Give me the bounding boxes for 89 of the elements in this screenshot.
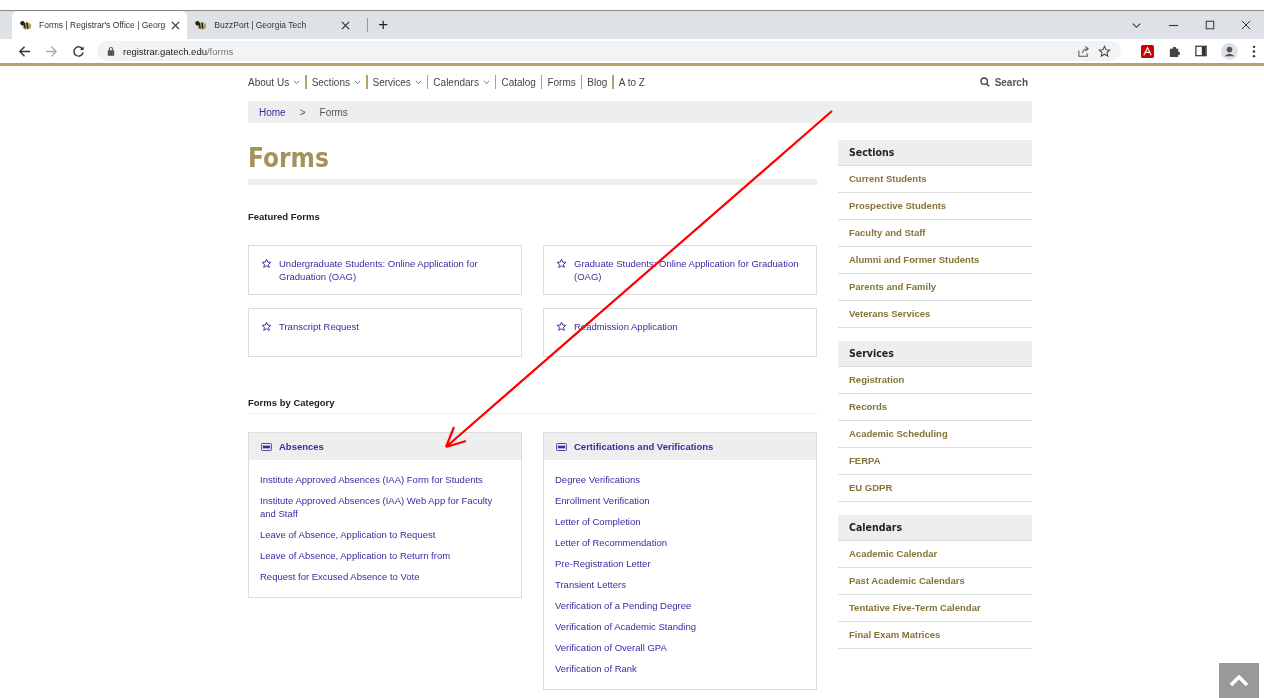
- form-link[interactable]: Enrollment Verification: [555, 494, 805, 507]
- nav-link[interactable]: Services: [372, 76, 422, 88]
- chevron-down-icon: [293, 79, 301, 85]
- search-icon: [979, 77, 990, 87]
- featured-form-card[interactable]: Undergraduate Students: Online Application for Graduation (OAG): [248, 245, 522, 295]
- nav-link[interactable]: A to Z: [618, 76, 645, 88]
- share-icon[interactable]: [1077, 44, 1090, 58]
- form-link[interactable]: Verification of a Pending Degree: [555, 599, 805, 612]
- breadcrumb-separator: >: [299, 106, 306, 118]
- sidebar-link[interactable]: Faculty and Staff: [838, 220, 1032, 247]
- sidebar-link[interactable]: Veterans Services: [838, 301, 1032, 328]
- form-link[interactable]: Verification of Rank: [555, 662, 805, 675]
- back-arrow-icon[interactable]: [18, 44, 31, 58]
- sidebar-link[interactable]: Parents and Family: [838, 274, 1032, 301]
- scroll-to-top-button[interactable]: [1219, 663, 1259, 698]
- sidebar-link[interactable]: Prospective Students: [838, 193, 1032, 220]
- close-icon[interactable]: [171, 20, 181, 30]
- sidebar-link[interactable]: Registration: [838, 367, 1032, 394]
- maximize-icon[interactable]: [1205, 20, 1215, 30]
- form-link[interactable]: Verification of Overall GPA: [555, 641, 805, 654]
- form-link[interactable]: Institute Approved Absences (IAA) Form for Students: [260, 473, 510, 486]
- nav-link[interactable]: Calendars: [433, 76, 490, 88]
- sidebar-link[interactable]: EU GDPR: [838, 475, 1032, 502]
- form-link[interactable]: Request for Excused Absence to Vote: [260, 570, 510, 583]
- form-link[interactable]: Undergraduate Students: Online Application for Graduation (OAG): [279, 257, 509, 283]
- close-icon[interactable]: [341, 20, 351, 30]
- chevron-down-icon: [414, 79, 422, 85]
- bee-icon: [194, 18, 209, 32]
- card-icon: [556, 442, 567, 451]
- featured-form-card[interactable]: Transcript Request: [248, 308, 522, 357]
- bee-icon: [19, 18, 33, 32]
- nav-link[interactable]: Blog: [587, 76, 608, 88]
- address-bar[interactable]: registrar.gatech.edu/forms: [97, 41, 1121, 61]
- close-icon[interactable]: [1241, 20, 1251, 30]
- new-tab-button[interactable]: +: [367, 18, 389, 32]
- chevron-down-icon: [482, 79, 490, 85]
- nav-link[interactable]: About Us: [248, 76, 301, 88]
- form-link[interactable]: Letter of Recommendation: [555, 536, 805, 549]
- menu-icon[interactable]: [1252, 44, 1256, 58]
- sidebar-heading: Services: [838, 341, 1032, 367]
- form-link[interactable]: Verification of Academic Standing: [555, 620, 805, 633]
- sidebar-link[interactable]: Academic Scheduling: [838, 421, 1032, 448]
- breadcrumb-link[interactable]: Home: [259, 106, 286, 118]
- star-icon: [261, 258, 272, 269]
- star-icon: [261, 321, 272, 332]
- form-link[interactable]: Leave of Absence, Application to Return from: [260, 549, 510, 562]
- section-heading: Forms by Category: [248, 397, 817, 414]
- nav-link[interactable]: Forms: [547, 76, 576, 88]
- page-title: Forms: [248, 142, 330, 175]
- browser-tab[interactable]: Forms | Registrar's Office | Georg: [12, 11, 188, 39]
- sidebar-link[interactable]: Academic Calendar: [838, 541, 1032, 568]
- browser-tab[interactable]: BuzzPort | Georgia Tech: [187, 11, 358, 39]
- sidebar-link[interactable]: Tentative Five-Term Calendar: [838, 595, 1032, 622]
- puzzle-icon[interactable]: [1168, 44, 1181, 58]
- nav-link[interactable]: Sections: [311, 76, 361, 88]
- star-icon: [556, 321, 567, 332]
- lock-icon: [107, 46, 115, 56]
- nav-link[interactable]: Catalog: [501, 76, 536, 88]
- sidebar-heading: Sections: [838, 140, 1032, 166]
- breadcrumb-current: Forms: [319, 106, 348, 118]
- featured-form-card[interactable]: Graduate Students: Online Application for Graduation (OAG): [543, 245, 817, 295]
- star-icon: [556, 258, 567, 269]
- sidebar-link[interactable]: FERPA: [838, 448, 1032, 475]
- chevron-up-icon: [1229, 675, 1249, 687]
- form-link[interactable]: Institute Approved Absences (IAA) Web App for Faculty and Staff: [260, 494, 510, 520]
- sidebar-link[interactable]: Final Exam Matrices: [838, 622, 1032, 649]
- search-link[interactable]: Search: [979, 76, 1028, 88]
- form-link[interactable]: Letter of Completion: [555, 515, 805, 528]
- section-heading: Featured Forms: [248, 211, 321, 222]
- form-link[interactable]: Pre-Registration Letter: [555, 557, 805, 570]
- side-panel-icon[interactable]: [1195, 45, 1207, 57]
- form-link[interactable]: Leave of Absence, Application to Request: [260, 528, 510, 541]
- chevron-down-icon: [354, 79, 361, 85]
- pdf-extension-icon[interactable]: [1141, 44, 1154, 58]
- profile-avatar-icon[interactable]: [1221, 42, 1238, 60]
- reload-icon[interactable]: [72, 44, 85, 58]
- form-link[interactable]: Degree Verifications: [555, 473, 805, 486]
- star-icon[interactable]: [1098, 44, 1111, 58]
- sidebar-link[interactable]: Current Students: [838, 166, 1032, 193]
- category-title[interactable]: Absences: [279, 441, 324, 452]
- form-link[interactable]: Transient Letters: [555, 578, 805, 591]
- card-icon: [261, 442, 272, 451]
- sidebar-link[interactable]: Past Academic Calendars: [838, 568, 1032, 595]
- category-title[interactable]: Certifications and Verifications: [574, 441, 714, 452]
- sidebar-link[interactable]: Alumni and Former Students: [838, 247, 1032, 274]
- sidebar-heading: Calendars: [838, 515, 1032, 541]
- form-link[interactable]: Graduate Students: Online Application for Graduation (OAG): [574, 257, 804, 283]
- form-link[interactable]: Transcript Request: [279, 320, 359, 333]
- sidebar-link[interactable]: Records: [838, 394, 1032, 421]
